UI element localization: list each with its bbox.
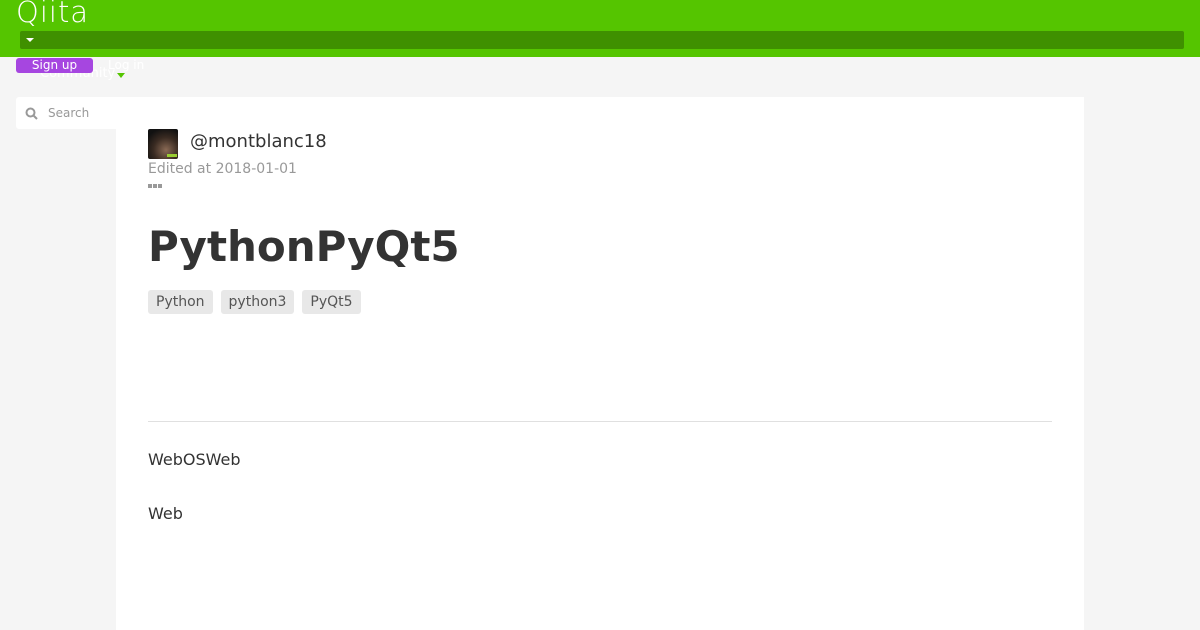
- qiita-logo[interactable]: Qiita: [16, 0, 89, 30]
- chevron-down-icon[interactable]: [117, 73, 125, 78]
- tag-pyqt5[interactable]: PyQt5: [302, 290, 361, 314]
- signup-button[interactable]: Sign up: [16, 58, 93, 73]
- search-icon: [25, 107, 38, 120]
- login-link[interactable]: Log in: [108, 58, 144, 73]
- search-box[interactable]: Search: [16, 97, 116, 129]
- more-options-icon[interactable]: [148, 181, 164, 191]
- tag-list: Python python3 PyQt5: [148, 290, 361, 314]
- article-title: PythonPyQt5: [148, 222, 460, 271]
- search-input[interactable]: Search: [48, 105, 89, 121]
- edited-date: Edited at 2018-01-01: [148, 161, 297, 177]
- article-paragraph: Web: [148, 504, 183, 523]
- divider: [148, 421, 1052, 422]
- tag-python[interactable]: Python: [148, 290, 213, 314]
- article-paragraph: WebOSWeb: [148, 450, 241, 469]
- header-menu-bar[interactable]: [20, 31, 1184, 49]
- caret-down-icon[interactable]: [26, 38, 34, 42]
- avatar[interactable]: [148, 129, 178, 159]
- article-container: @montblanc18 Edited at 2018-01-01 Python…: [116, 97, 1084, 630]
- tag-python3[interactable]: python3: [220, 290, 295, 314]
- global-header: Qiita: [0, 0, 1200, 57]
- avatar-detail: [167, 154, 177, 157]
- author-username[interactable]: @montblanc18: [190, 130, 327, 154]
